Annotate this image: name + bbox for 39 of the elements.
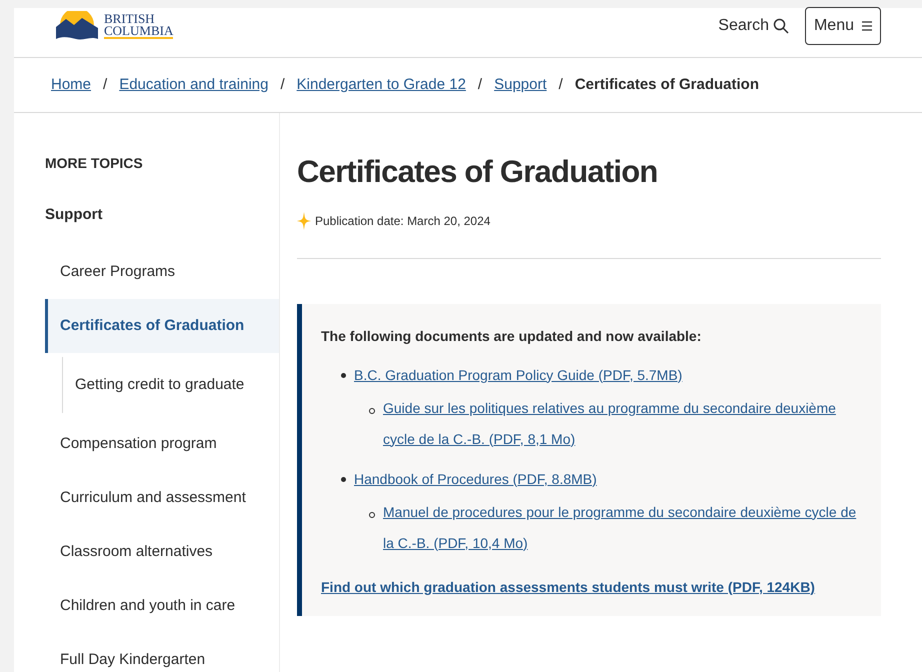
sidebar-item[interactable]: Curriculum and assessment: [14, 470, 279, 524]
menu-icon: [862, 20, 872, 30]
callout-intro: The following documents are updated and now available:: [321, 326, 702, 346]
sidebar-item[interactable]: Certificates of Graduation: [45, 298, 279, 352]
search-icon: [772, 18, 789, 34]
sidebar-section[interactable]: Support: [14, 204, 279, 226]
bullet-icon: [369, 512, 375, 518]
search-link[interactable]: Search: [718, 14, 789, 38]
mountain-sun-logo-icon[interactable]: [54, 10, 100, 40]
breadcrumb-separator: /: [558, 74, 563, 95]
sparkle-icon: [297, 212, 311, 230]
bullet-icon: [341, 372, 346, 378]
breadcrumb-separator: /: [478, 74, 482, 95]
logo-text: BRITISH: [104, 12, 156, 24]
menu-button[interactable]: Menu: [804, 6, 881, 44]
logo-text: COLUMBIA: [104, 24, 174, 38]
bullet-icon: [341, 476, 346, 482]
sidebar-subitem[interactable]: Getting credit to graduate: [63, 356, 279, 412]
breadcrumb-link[interactable]: Home: [51, 74, 92, 96]
bullet-icon: [369, 408, 375, 414]
breadcrumb-separator: /: [103, 74, 108, 95]
document-link[interactable]: B.C. Graduation Program Policy Guide (PDF, 5.7MB): [354, 364, 682, 386]
sidebar-item[interactable]: Career Programs: [14, 244, 279, 298]
document-link[interactable]: Guide sur les politiques relatives au programme du secondaire deuxième cycle de la C.-B. (PDF, 8,1 Mo): [383, 392, 869, 454]
breadcrumb-link[interactable]: Kindergarten to Grade 12: [296, 74, 466, 96]
assessment-link[interactable]: Find out which graduation assessments students must write (PDF, 124KB): [321, 576, 869, 598]
breadcrumb-link[interactable]: Support: [494, 74, 547, 96]
page-title: Certificates of Graduation: [297, 153, 659, 191]
document-link[interactable]: Handbook of Procedures (PDF, 8.8MB): [354, 468, 597, 490]
sidebar-item[interactable]: Compensation program: [14, 416, 279, 470]
breadcrumb-link[interactable]: Education and training: [119, 74, 268, 96]
document-link[interactable]: Manuel de procedures pour le programme du secondaire deuxième cycle de la C.-B. (PDF, 10,4 Mo): [383, 496, 869, 558]
publication-date: Publication date: March 20, 2024: [315, 212, 490, 230]
sidebar-item[interactable]: Classroom alternatives: [14, 524, 279, 578]
breadcrumb-current: Certificates of Graduation: [574, 74, 760, 95]
sidebar-item[interactable]: Children and youth in care: [14, 578, 279, 632]
sidebar-heading: MORE TOPICS: [44, 154, 144, 173]
breadcrumb-separator: /: [280, 74, 285, 95]
sidebar-item[interactable]: Full Day Kindergarten: [14, 632, 279, 672]
